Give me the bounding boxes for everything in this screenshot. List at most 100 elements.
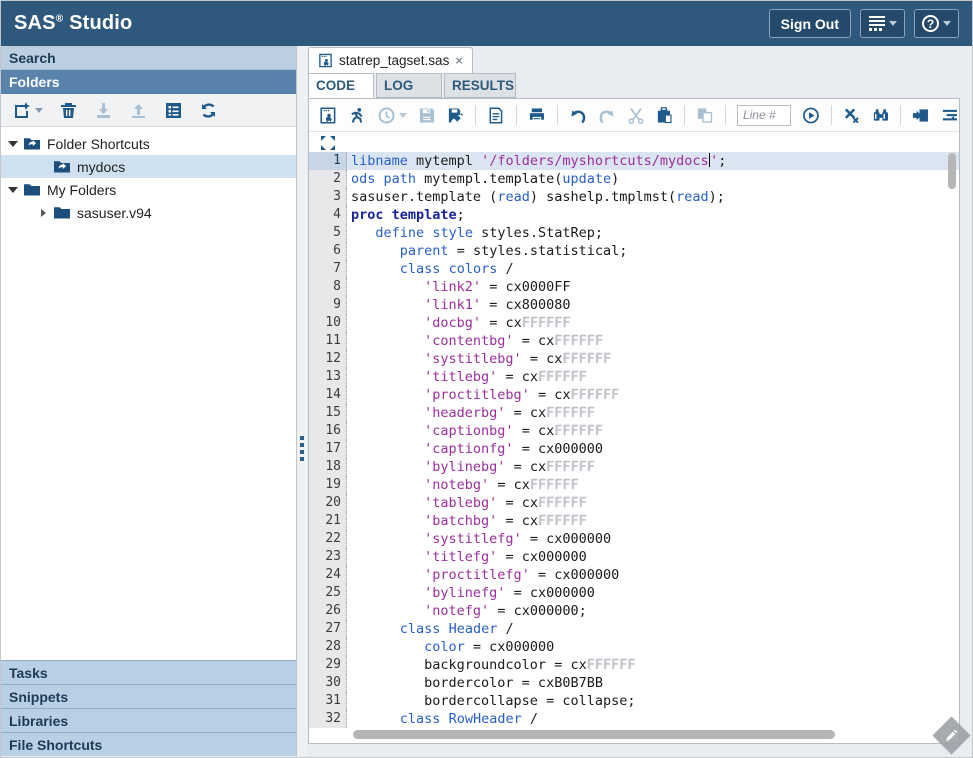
vertical-scrollbar[interactable] (948, 153, 956, 189)
code-line-23[interactable]: 23 'titlefg' = cx000000 (309, 548, 959, 566)
code-line-22[interactable]: 22 'systitlefg' = cx000000 (309, 530, 959, 548)
application-menu-button[interactable] (860, 9, 905, 38)
save-as-icon[interactable] (447, 106, 465, 125)
collapse-icon[interactable] (7, 187, 19, 193)
code-line-17[interactable]: 17 'captionfg' = cx000000 (309, 440, 959, 458)
maximize-view-icon[interactable] (320, 135, 336, 151)
goto-line-icon[interactable] (802, 106, 820, 125)
section-header-file-shortcuts[interactable]: File Shortcuts (1, 732, 296, 756)
code-line-12[interactable]: 12 'systitlebg' = cxFFFFFF (309, 350, 959, 368)
code-line-3[interactable]: 3sasuser.template (read) sashelp.tmplmst… (309, 188, 959, 206)
new-item-button[interactable] (13, 101, 43, 120)
code-line-24[interactable]: 24 'proctitlefg' = cx000000 (309, 566, 959, 584)
tree-item-label: My Folders (47, 182, 116, 198)
folders-tree: Folder Shortcutsmydocs My Folders sasuser.… (1, 127, 296, 660)
code-line-14[interactable]: 14 'proctitlebg' = cxFFFFFF (309, 386, 959, 404)
clear-code-icon[interactable] (843, 106, 861, 125)
code-line-21[interactable]: 21 'batchbg' = cxFFFFFF (309, 512, 959, 530)
refresh-button[interactable] (199, 101, 218, 120)
code-line-27[interactable]: 27 class Header / (309, 620, 959, 638)
section-header-snippets[interactable]: Snippets (1, 684, 296, 708)
code-line-32[interactable]: 32 class RowHeader / (309, 710, 959, 728)
code-line-26[interactable]: 26 'notefg' = cx000000; (309, 602, 959, 620)
horizontal-scrollbar[interactable] (353, 730, 835, 739)
code-text: class RowHeader / (347, 710, 538, 728)
find-replace-icon[interactable] (872, 106, 890, 125)
code-line-10[interactable]: 10 'docbg' = cxFFFFFF (309, 314, 959, 332)
tab-statrep-tagset[interactable]: statrep_tagset.sas × (308, 47, 473, 73)
folder-icon (23, 182, 41, 197)
close-tab-icon[interactable]: × (455, 54, 463, 67)
redo-icon[interactable] (598, 106, 616, 125)
code-line-25[interactable]: 25 'bylinefg' = cx000000 (309, 584, 959, 602)
sign-out-button[interactable]: Sign Out (769, 9, 851, 38)
submission-history-button[interactable] (377, 106, 407, 125)
line-number: 17 (309, 440, 347, 458)
code-line-7[interactable]: 7 class colors / (309, 260, 959, 278)
search-section-header[interactable]: Search (1, 46, 296, 70)
section-header-libraries[interactable]: Libraries (1, 708, 296, 732)
code-text: 'headerbg' = cxFFFFFF (347, 404, 595, 422)
code-line-18[interactable]: 18 'bylinebg' = cxFFFFFF (309, 458, 959, 476)
pane-splitter[interactable] (298, 46, 307, 756)
code-line-6[interactable]: 6 parent = styles.statistical; (309, 242, 959, 260)
tree-item-mydocs[interactable]: mydocs (1, 155, 296, 178)
run-icon[interactable] (348, 106, 366, 125)
line-number: 30 (309, 674, 347, 692)
goto-line-input[interactable] (737, 105, 791, 126)
line-number: 9 (309, 296, 347, 314)
code-line-31[interactable]: 31 bordercollapse = collapse; (309, 692, 959, 710)
indent-icon[interactable] (912, 106, 930, 125)
code-line-8[interactable]: 8 'link2' = cx0000FF (309, 278, 959, 296)
code-text: 'systitlebg' = cxFFFFFF (347, 350, 611, 368)
code-editor-panel: 1libname mytempl '/folders/myshortcuts/m… (308, 98, 960, 744)
line-number: 3 (309, 188, 347, 206)
properties-list-icon (164, 101, 183, 120)
code-line-13[interactable]: 13 'titlebg' = cxFFFFFF (309, 368, 959, 386)
paste-icon[interactable] (655, 106, 673, 125)
code-text: 'batchbg' = cxFFFFFF (347, 512, 587, 530)
tab-results[interactable]: RESULTS (444, 73, 516, 98)
code-line-1[interactable]: 1libname mytempl '/folders/myshortcuts/m… (309, 152, 959, 170)
cut-icon[interactable] (627, 106, 645, 125)
tree-item-my-folders[interactable]: My Folders (1, 178, 296, 201)
print-icon[interactable] (528, 106, 546, 125)
tab-log[interactable]: LOG (376, 73, 442, 98)
expand-icon[interactable] (37, 209, 49, 217)
code-line-28[interactable]: 28 color = cx000000 (309, 638, 959, 656)
code-line-29[interactable]: 29 backgroundcolor = cxFFFFFF (309, 656, 959, 674)
code-line-2[interactable]: 2ods path mytempl.template(update) (309, 170, 959, 188)
code-line-11[interactable]: 11 'contentbg' = cxFFFFFF (309, 332, 959, 350)
delete-button[interactable] (59, 101, 78, 120)
download-button[interactable] (94, 101, 113, 120)
tab-code[interactable]: CODE (308, 73, 374, 98)
code-line-4[interactable]: 4proc template; (309, 206, 959, 224)
help-menu-button[interactable]: ? (914, 9, 959, 38)
code-line-30[interactable]: 30 bordercolor = cxB0B7BB (309, 674, 959, 692)
folders-section-header[interactable]: Folders (1, 70, 296, 94)
code-line-19[interactable]: 19 'notebg' = cxFFFFFF (309, 476, 959, 494)
properties-button[interactable] (164, 101, 183, 120)
line-number: 21 (309, 512, 347, 530)
line-number: 28 (309, 638, 347, 656)
undo-icon[interactable] (569, 106, 587, 125)
code-line-15[interactable]: 15 'headerbg' = cxFFFFFF (309, 404, 959, 422)
upload-button[interactable] (129, 101, 148, 120)
new-program-icon[interactable] (319, 106, 337, 125)
section-header-tasks[interactable]: Tasks (1, 660, 296, 684)
code-line-16[interactable]: 16 'captionbg' = cxFFFFFF (309, 422, 959, 440)
code-text: bordercolor = cxB0B7BB (347, 674, 603, 692)
copy-icon[interactable] (696, 106, 714, 125)
code-line-5[interactable]: 5 define style styles.StatRep; (309, 224, 959, 242)
chevron-down-icon (889, 21, 897, 26)
code-line-9[interactable]: 9 'link1' = cx800080 (309, 296, 959, 314)
code-text: 'systitlefg' = cx000000 (347, 530, 611, 548)
save-icon[interactable] (418, 106, 436, 125)
format-code-icon[interactable] (941, 106, 959, 125)
code-line-20[interactable]: 20 'tablebg' = cxFFFFFF (309, 494, 959, 512)
code-editor[interactable]: 1libname mytempl '/folders/myshortcuts/m… (309, 133, 959, 743)
collapse-icon[interactable] (7, 141, 19, 147)
tree-item-folder-shortcuts[interactable]: Folder Shortcuts (1, 132, 296, 155)
print-code-icon[interactable] (487, 106, 505, 125)
tree-item-sasuser-v94[interactable]: sasuser.v94 (1, 201, 296, 224)
